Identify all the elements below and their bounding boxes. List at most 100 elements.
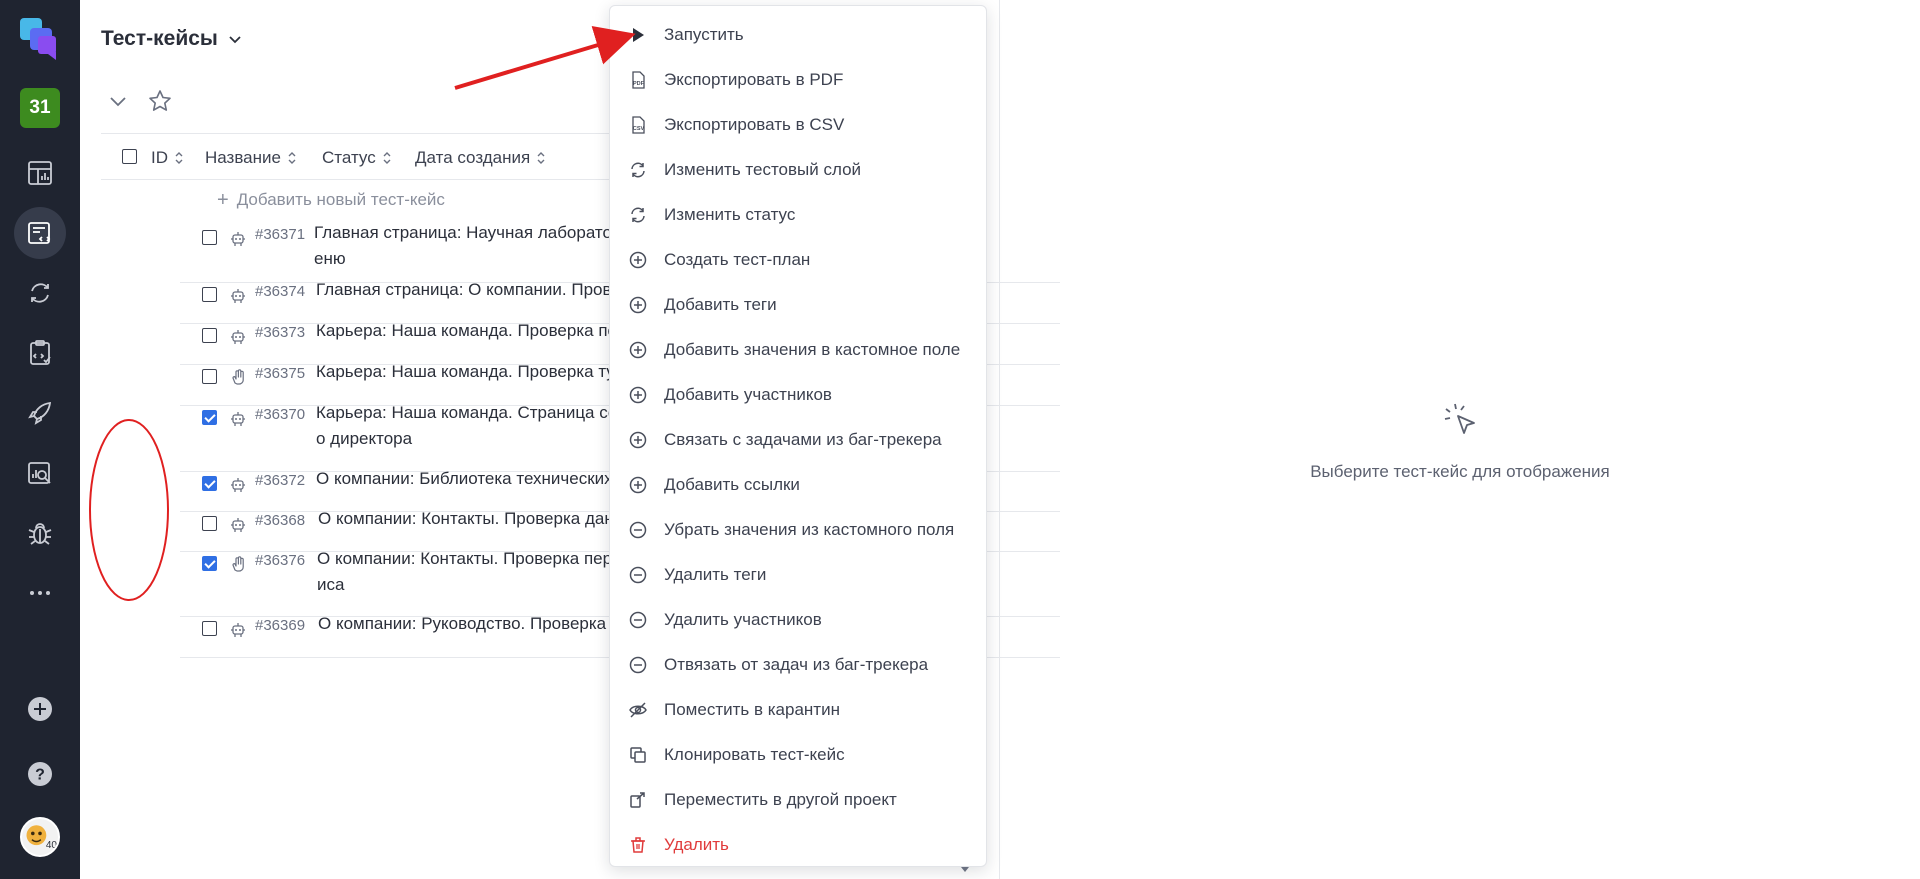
test-case-id[interactable]: #36372 bbox=[255, 472, 305, 489]
menu-item-label: Убрать значения из кастомного поля bbox=[664, 519, 955, 539]
column-name-label: Название bbox=[205, 148, 281, 167]
csv-file-icon: CSV bbox=[628, 115, 648, 135]
pdf-file-icon: PDF bbox=[628, 70, 648, 90]
menu-item-move[interactable]: Переместить в другой проект bbox=[610, 777, 986, 822]
test-runs-icon[interactable] bbox=[14, 267, 66, 319]
menu-item-pdf-file[interactable]: PDF Экспортировать в PDF bbox=[610, 57, 986, 102]
column-created-date-label: Дата создания bbox=[415, 148, 531, 167]
svg-text:PDF: PDF bbox=[633, 81, 645, 87]
plus-circle-icon bbox=[628, 385, 648, 405]
row-checkbox[interactable] bbox=[202, 328, 217, 343]
column-status[interactable]: Статус bbox=[322, 148, 392, 168]
plus-circle-icon bbox=[628, 250, 648, 270]
menu-item-plus-circle[interactable]: Добавить значения в кастомное поле bbox=[610, 327, 986, 372]
menu-item-refresh[interactable]: Изменить статус bbox=[610, 192, 986, 237]
plus-icon: + bbox=[217, 188, 229, 211]
automated-robot-icon bbox=[231, 518, 245, 532]
svg-text:CSV: CSV bbox=[633, 126, 645, 132]
column-id[interactable]: ID bbox=[151, 148, 184, 168]
bulk-actions-menu: Запустить PDF Экспортировать в PDF CSV Экспо… bbox=[609, 5, 987, 867]
test-cases-icon[interactable] bbox=[14, 207, 66, 259]
test-case-id[interactable]: #36370 bbox=[255, 406, 305, 423]
test-case-id[interactable]: #36369 bbox=[255, 617, 305, 634]
analytics-icon[interactable] bbox=[14, 447, 66, 499]
row-checkbox[interactable] bbox=[202, 516, 217, 531]
automated-robot-icon bbox=[231, 478, 245, 492]
manual-hand-icon bbox=[232, 556, 244, 572]
select-all-checkbox[interactable] bbox=[122, 149, 137, 164]
menu-item-label: Поместить в карантин bbox=[664, 699, 840, 719]
menu-item-plus-circle[interactable]: Создать тест-план bbox=[610, 237, 986, 282]
minus-circle-icon bbox=[628, 520, 648, 540]
menu-item-refresh[interactable]: Изменить тестовый слой bbox=[610, 147, 986, 192]
menu-item-minus-circle[interactable]: Отвязать от задач из баг-трекера bbox=[610, 642, 986, 687]
row-checkbox[interactable] bbox=[202, 287, 217, 302]
row-checkbox[interactable] bbox=[202, 369, 217, 384]
column-name[interactable]: Название bbox=[205, 148, 297, 168]
sort-icon bbox=[537, 152, 545, 164]
help-icon[interactable]: ? bbox=[14, 748, 66, 800]
menu-item-plus-circle[interactable]: Добавить ссылки bbox=[610, 462, 986, 507]
row-checkbox[interactable] bbox=[202, 556, 217, 571]
menu-item-plus-circle[interactable]: Добавить участников bbox=[610, 372, 986, 417]
menu-item-label: Удалить теги bbox=[664, 564, 767, 584]
minus-circle-icon bbox=[628, 655, 648, 675]
plus-circle-icon bbox=[628, 475, 648, 495]
row-checkbox[interactable] bbox=[202, 230, 217, 245]
plus-circle-icon bbox=[628, 340, 648, 360]
test-case-id[interactable]: #36375 bbox=[255, 365, 305, 382]
menu-item-csv-file[interactable]: CSV Экспортировать в CSV bbox=[610, 102, 986, 147]
play-icon bbox=[628, 25, 648, 45]
dashboard-icon[interactable] bbox=[14, 147, 66, 199]
menu-item-minus-circle[interactable]: Убрать значения из кастомного поля bbox=[610, 507, 986, 552]
menu-item-plus-circle[interactable]: Связать с задачами из баг-трекера bbox=[610, 417, 986, 462]
more-icon[interactable] bbox=[14, 567, 66, 619]
sort-icon bbox=[288, 152, 296, 164]
test-case-id[interactable]: #36373 bbox=[255, 324, 305, 341]
scroll-down-arrow-icon[interactable] bbox=[958, 862, 972, 876]
add-project-icon[interactable] bbox=[14, 683, 66, 735]
chevron-down-icon bbox=[229, 36, 241, 44]
menu-item-label: Добавить теги bbox=[664, 294, 777, 314]
add-test-case-button[interactable]: + Добавить новый тест-кейс bbox=[217, 190, 445, 210]
test-case-id[interactable]: #36376 bbox=[255, 552, 305, 569]
menu-item-eye-off[interactable]: Поместить в карантин bbox=[610, 687, 986, 732]
plus-circle-icon bbox=[628, 295, 648, 315]
collapse-chevron-icon[interactable] bbox=[105, 88, 131, 114]
add-test-case-label: Добавить новый тест-кейс bbox=[236, 190, 445, 209]
test-case-id[interactable]: #36374 bbox=[255, 283, 305, 300]
row-checkbox[interactable] bbox=[202, 621, 217, 636]
star-icon[interactable] bbox=[147, 88, 173, 114]
detail-panel: Выберите тест-кейс для отображения bbox=[1000, 0, 1920, 879]
menu-item-minus-circle[interactable]: Удалить теги bbox=[610, 552, 986, 597]
test-case-id[interactable]: #36368 bbox=[255, 512, 305, 529]
menu-item-trash[interactable]: Удалить bbox=[610, 822, 986, 867]
copy-icon bbox=[628, 745, 648, 765]
minus-circle-icon bbox=[628, 565, 648, 585]
menu-item-minus-circle[interactable]: Удалить участников bbox=[610, 597, 986, 642]
menu-item-copy[interactable]: Клонировать тест-кейс bbox=[610, 732, 986, 777]
avatar[interactable]: 40 bbox=[20, 817, 60, 857]
column-id-label: ID bbox=[151, 148, 168, 167]
menu-item-plus-circle[interactable]: Добавить теги bbox=[610, 282, 986, 327]
test-plans-icon[interactable] bbox=[14, 327, 66, 379]
menu-item-label: Клонировать тест-кейс bbox=[664, 744, 845, 764]
project-badge[interactable]: 31 bbox=[20, 88, 60, 128]
menu-item-label: Изменить тестовый слой bbox=[664, 159, 862, 179]
page-title[interactable]: Тест-кейсы bbox=[101, 27, 244, 51]
automated-robot-icon bbox=[231, 289, 245, 303]
row-checkbox[interactable] bbox=[202, 476, 217, 491]
menu-item-play[interactable]: Запустить bbox=[610, 12, 986, 57]
automated-robot-icon bbox=[231, 623, 245, 637]
automated-robot-icon bbox=[231, 412, 245, 426]
app-logo-icon[interactable] bbox=[18, 16, 62, 62]
menu-item-label: Экспортировать в PDF bbox=[664, 69, 844, 89]
launches-icon[interactable] bbox=[14, 387, 66, 439]
automated-robot-icon bbox=[231, 232, 245, 246]
test-case-id[interactable]: #36371 bbox=[255, 226, 305, 243]
row-checkbox[interactable] bbox=[202, 410, 217, 425]
refresh-icon bbox=[628, 205, 648, 225]
column-created-date[interactable]: Дата создания bbox=[415, 148, 546, 168]
defects-icon[interactable] bbox=[14, 507, 66, 559]
menu-item-label: Добавить значения в кастомное поле bbox=[664, 339, 961, 359]
